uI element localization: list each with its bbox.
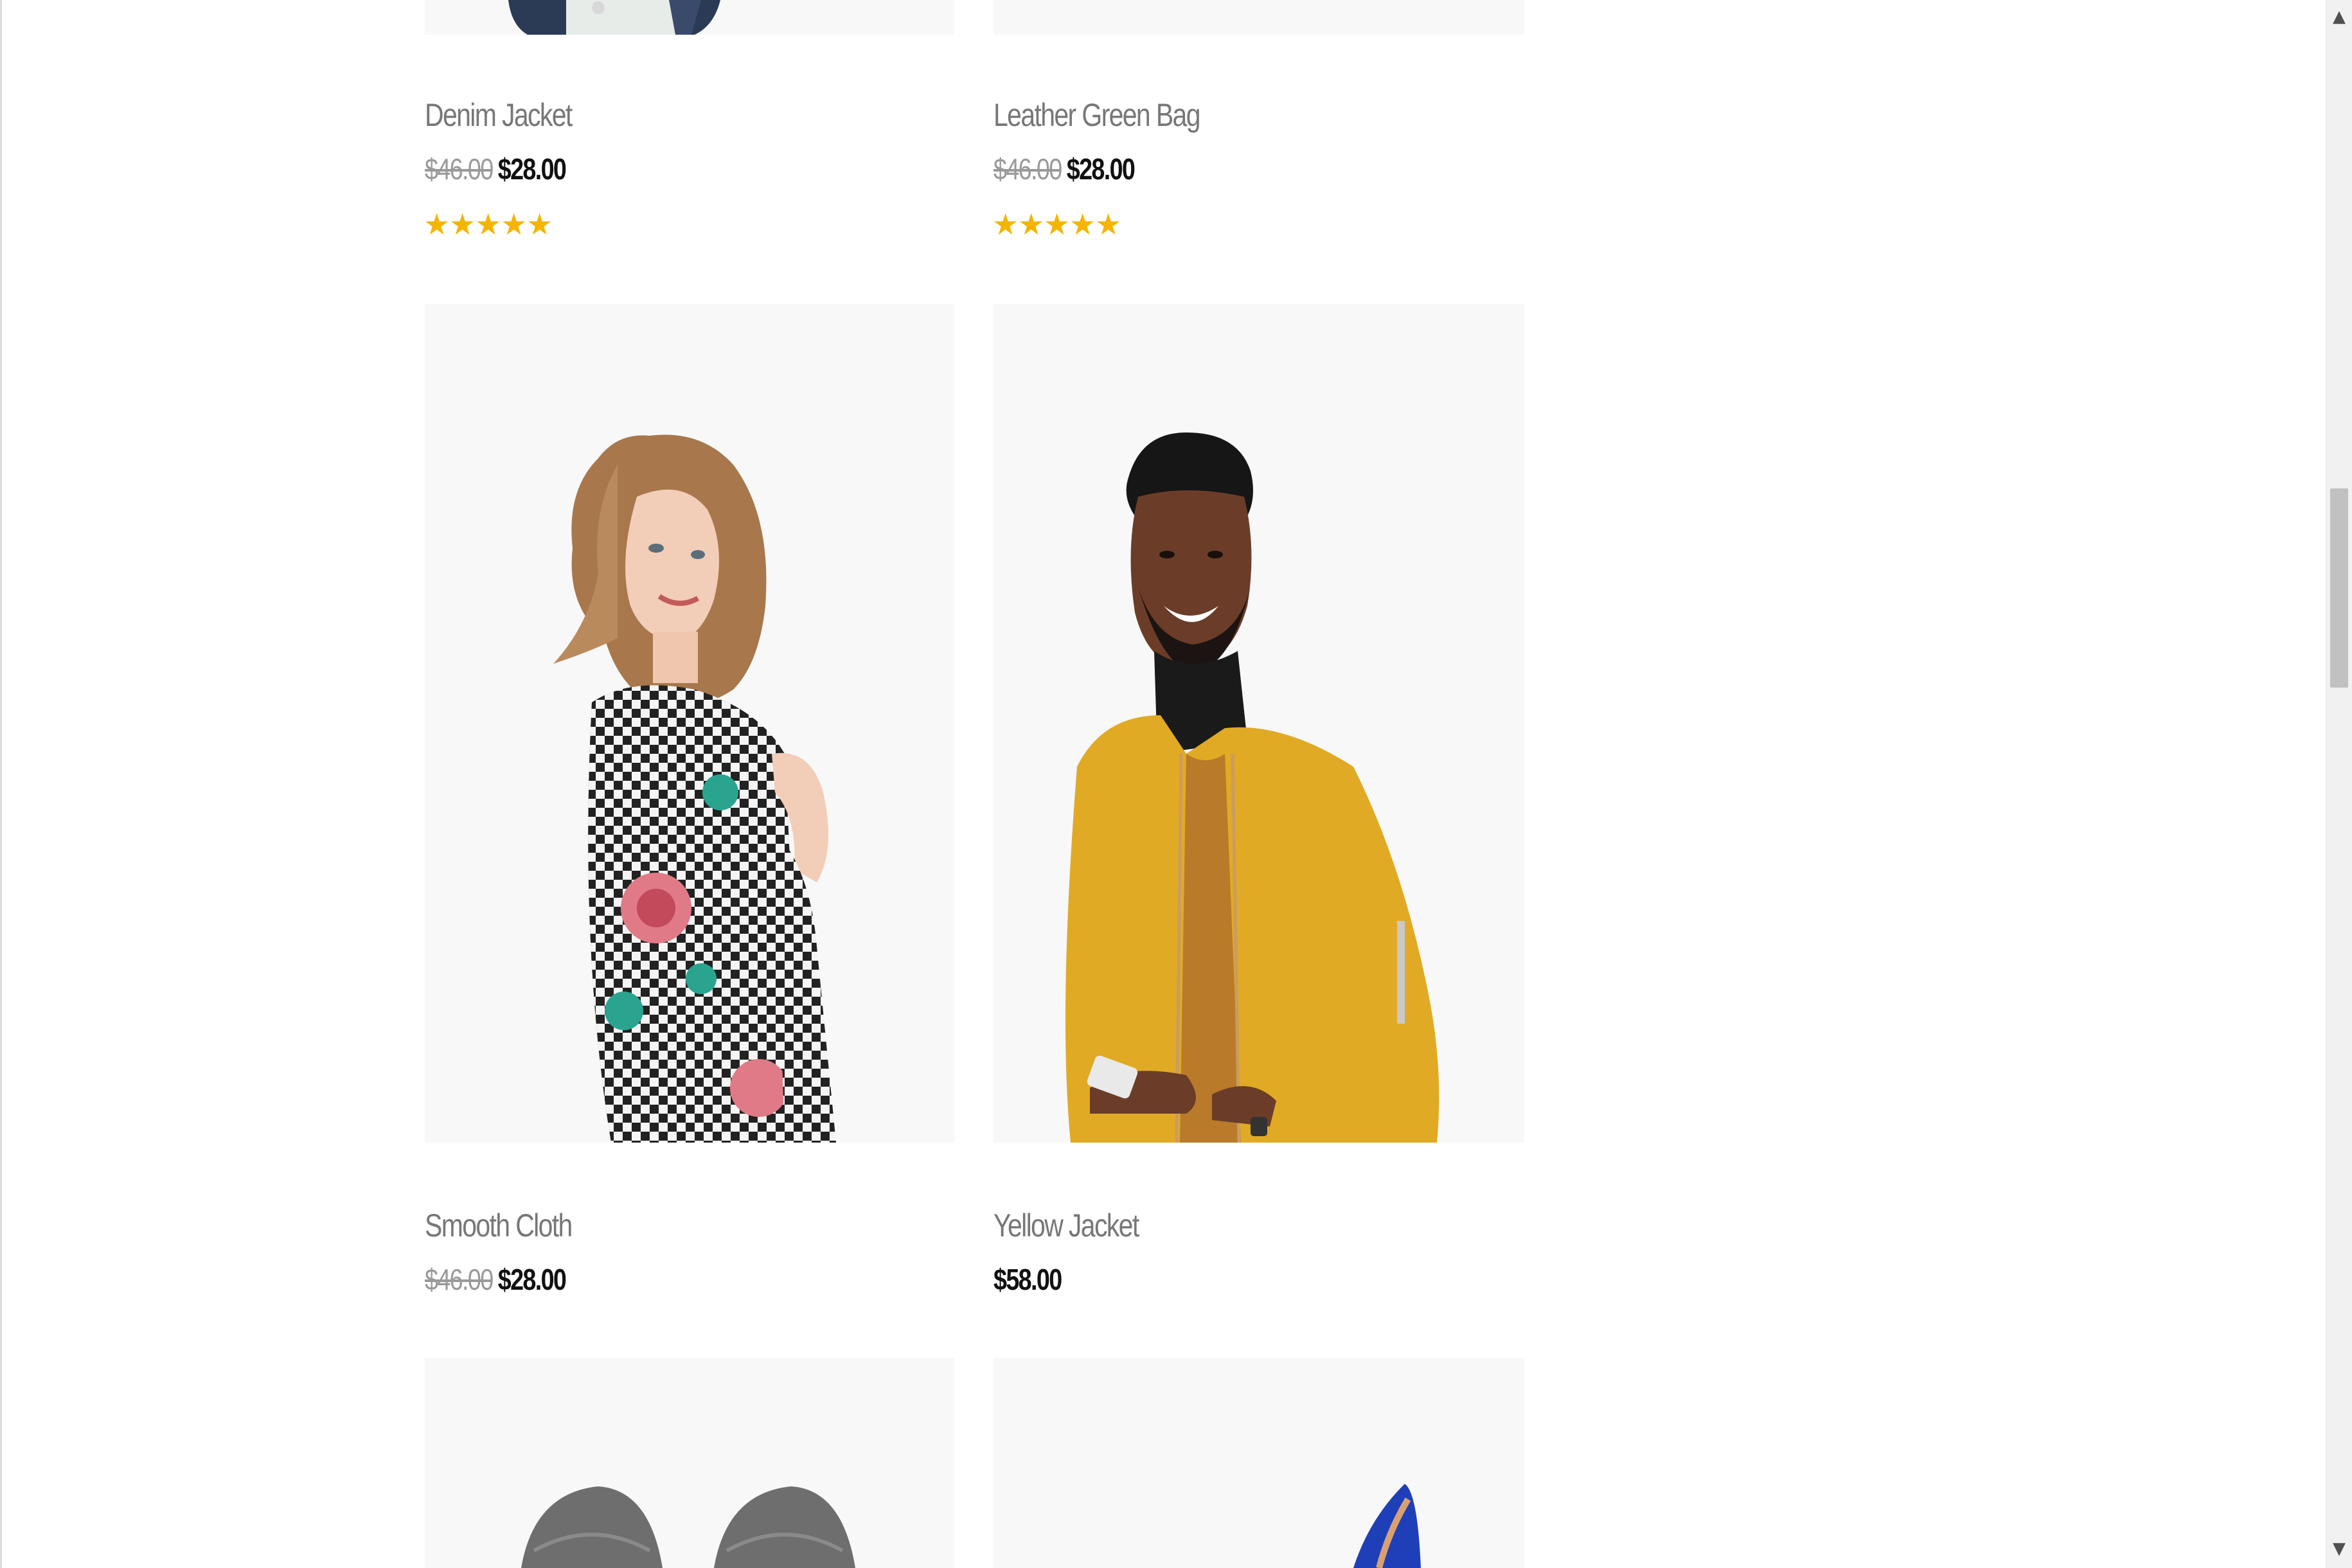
star-icon: ★ [501,208,529,241]
star-icon: ★ [1095,208,1123,241]
product-name[interactable]: Denim Jacket [425,96,573,134]
star-icon: ★ [1069,208,1098,241]
old-price: $46.00 [425,1263,494,1296]
vertical-scrollbar[interactable]: ▲ ▼ [2326,0,2352,1568]
star-icon: ★ [992,208,1020,241]
rating-stars: ★★★★★ [992,209,1121,239]
star-icon: ★ [475,208,503,241]
product-image-leather-green-bag[interactable] [993,0,1524,35]
product-name[interactable]: Yellow Jacket [993,1207,1139,1244]
scroll-down-arrow-icon[interactable]: ▼ [2326,1536,2352,1562]
blue-heel-photo [1353,1484,1421,1568]
scroll-up-arrow-icon[interactable]: ▲ [2326,4,2352,30]
star-icon: ★ [1044,208,1072,241]
sale-price: $28.00 [497,1263,567,1296]
window-edge [0,0,2,1568]
product-image-sneakers[interactable] [425,1358,954,1568]
star-icon: ★ [449,208,477,241]
denim-jacket-photo [508,0,720,35]
star-icon: ★ [1018,208,1046,241]
sneakers-photo [521,1486,855,1568]
sale-price: $28.00 [1066,152,1136,186]
product-image-smooth-cloth[interactable] [425,304,954,1143]
star-icon: ★ [423,208,452,241]
rating-stars: ★★★★★ [423,208,555,241]
product-image-blue-heel[interactable] [993,1358,1524,1568]
product-price: $46.00 $28.00 [993,152,1136,186]
shop-page: Denim Jacket $46.00 $28.00 ★★★★★ Leather … [0,0,2352,1568]
sale-price: $28.00 [497,152,567,186]
product-image-denim-jacket[interactable] [425,0,954,35]
product-name[interactable]: Leather Green Bag [993,96,1201,134]
yellow-jacket-photo [1065,432,1439,1143]
product-name[interactable]: Smooth Cloth [425,1207,573,1244]
product-price: $46.00 $28.00 [425,1262,567,1297]
product-price: $58.00 [993,1262,1062,1297]
product-image-yellow-jacket[interactable] [993,304,1524,1143]
smooth-cloth-photo [553,434,836,1143]
product-price: $46.00 $28.00 [425,152,567,186]
star-icon: ★ [526,208,555,241]
old-price: $46.00 [425,152,494,186]
old-price: $46.00 [993,152,1062,186]
price: $58.00 [993,1263,1062,1296]
scrollbar-thumb[interactable] [2330,488,2348,688]
